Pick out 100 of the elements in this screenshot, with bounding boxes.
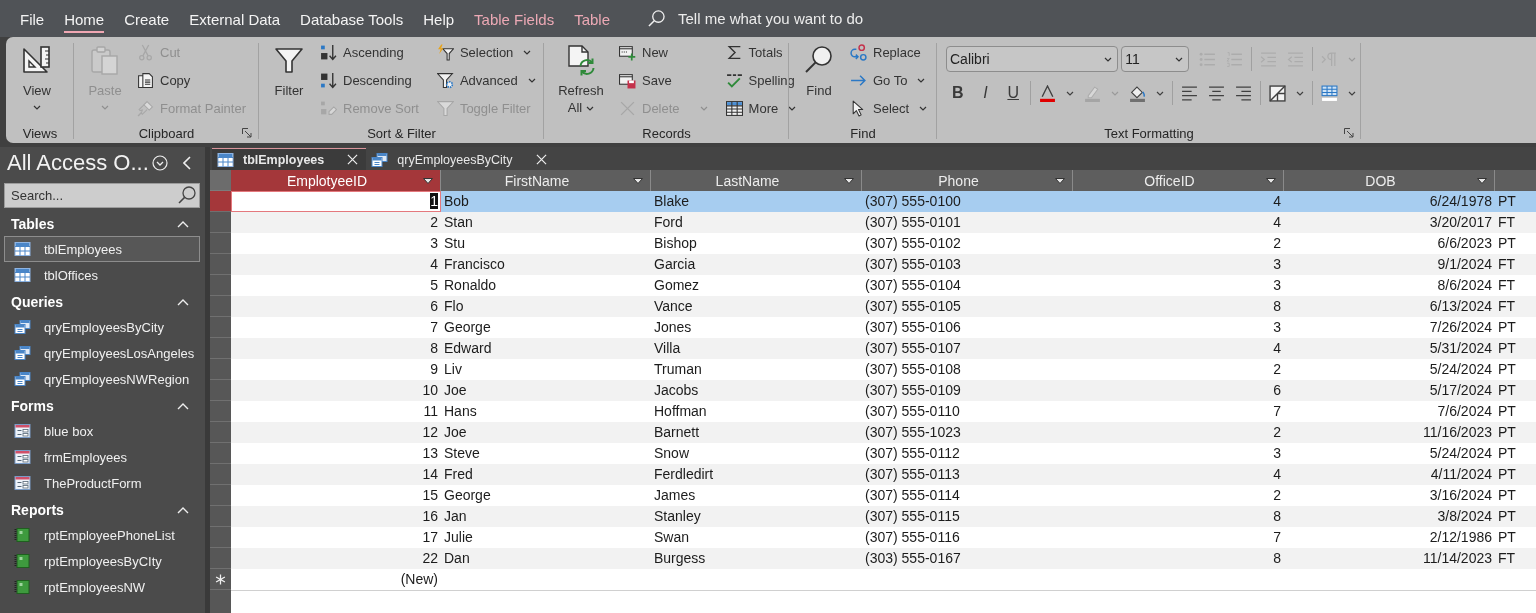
ribbon-button[interactable]: Spelling [722, 69, 798, 91]
close-icon[interactable] [347, 154, 359, 165]
table-cell-text: 14 [421, 465, 439, 484]
triangle-down-icon[interactable] [1477, 177, 1487, 184]
ribbon-button[interactable]: Replace [847, 41, 924, 63]
ribbon-button[interactable]: Save [616, 69, 675, 91]
section-header[interactable]: Reports [0, 498, 205, 522]
ribbon-button[interactable]: Totals [722, 41, 786, 63]
menu-tab[interactable]: Database Tools [300, 6, 404, 33]
menu-tab[interactable]: Create [124, 6, 170, 33]
triangle-down-icon[interactable] [1266, 177, 1276, 184]
group-label: Sort & Filter [367, 125, 436, 141]
caret-icon [33, 105, 41, 110]
nav-item[interactable]: rptEmployeesNW [4, 574, 200, 600]
table-cell-text: (307) 555-0106 [864, 318, 962, 337]
table-cell-text: FT [1497, 213, 1517, 232]
section-header[interactable]: Queries [0, 290, 205, 314]
ribbon-button[interactable]: Find [799, 38, 839, 99]
section-header[interactable]: Forms [0, 394, 205, 418]
close-icon[interactable] [535, 154, 547, 165]
ribbon-button[interactable]: Go To [847, 69, 929, 91]
nav-item[interactable]: qryEmployeesByCity [4, 314, 200, 340]
table-cell-text: PT [1497, 318, 1517, 337]
nav-item[interactable]: qryEmployeesLosAngeles [4, 340, 200, 366]
table-cell-text: 9/1/2024 [1436, 255, 1493, 274]
text-style-button[interactable]: B [944, 81, 972, 105]
table-cell-text: (307) 555-0103 [864, 255, 962, 274]
chevron-up-icon [177, 298, 189, 306]
nav-item[interactable]: rptEmployeePhoneList [4, 522, 200, 548]
funnel-icon [436, 99, 454, 117]
curved-arrow-icon [850, 43, 867, 61]
sigma-icon [725, 43, 743, 61]
document-tab[interactable]: tblEmployees [212, 148, 367, 170]
menu-tab[interactable]: File [20, 6, 45, 33]
triangle-down-icon[interactable] [633, 177, 643, 184]
nav-item[interactable]: tblEmployees [4, 236, 200, 262]
table-cell-text: 10 [421, 381, 439, 400]
triangle-down-icon[interactable] [844, 177, 854, 184]
menu-tab[interactable]: Table Fields [474, 6, 555, 33]
form-icon [14, 476, 31, 490]
table-cell-text: (307) 555-0104 [864, 276, 962, 295]
table-cell-text: (307) 555-0108 [864, 360, 962, 379]
table-cell-text: Julie [443, 528, 474, 547]
nav-item[interactable]: tblOffices [4, 262, 200, 288]
ribbon-button[interactable]: Select [847, 97, 931, 119]
align-right-icon [1235, 84, 1252, 102]
table-cell-text: PT [1497, 234, 1517, 253]
table-cell-text: Ronaldo [443, 276, 498, 295]
nav-item[interactable]: blue box [4, 418, 200, 444]
query-icon [371, 152, 389, 167]
table-cell-text: (307) 555-0116 [864, 528, 961, 547]
form-icon [14, 424, 31, 438]
ribbon-button[interactable]: More [722, 97, 800, 119]
nav-item[interactable]: TheProductForm [4, 470, 200, 496]
table-cell-text: James [653, 486, 697, 505]
ribbon-button[interactable]: Selection [433, 41, 535, 63]
menu-tab[interactable]: External Data [189, 6, 281, 33]
nav-item[interactable]: frmEmployees [4, 444, 200, 470]
table-cell-text: Ferdledirt [653, 465, 715, 484]
ribbon-button[interactable]: Descending [317, 69, 415, 91]
chevron-left-icon[interactable] [182, 156, 191, 170]
menu-tab[interactable]: Home [64, 6, 105, 33]
text-style-button[interactable]: I [971, 81, 1000, 105]
menu-tab[interactable]: Help [423, 6, 455, 33]
nav-item[interactable]: rptEmployeesByCIty [4, 548, 200, 574]
table-cell-text: Barnett [653, 423, 701, 442]
table-cell-text: Ford [653, 213, 684, 232]
dialog-launcher-icon[interactable] [242, 128, 252, 138]
select-all-corner[interactable] [210, 170, 231, 191]
gridlines-icon [1269, 84, 1286, 102]
section-header[interactable]: Tables [0, 212, 205, 236]
nav-item[interactable]: qryEmployeesNWRegion [4, 366, 200, 392]
font-size-dropdown[interactable]: 11 [1121, 46, 1189, 72]
column-header[interactable]: EmplotyeeID [231, 170, 441, 191]
tell-me-field[interactable]: Tell me what you want to do [678, 10, 918, 27]
menu-tab[interactable]: Table [574, 6, 610, 33]
ribbon-button[interactable]: Refresh All [554, 38, 608, 116]
ribbon-button[interactable]: Advanced [433, 69, 539, 91]
table-cell-text: 3 [1272, 318, 1282, 337]
ribbon-button[interactable]: View [16, 38, 58, 110]
table-cell-text: (307) 555-0101 [864, 213, 962, 232]
table-cell-text: (307) 555-1023 [864, 423, 962, 442]
table-cell-text: 4/11/2024 [1429, 465, 1493, 484]
table-cell-text: (307) 555-0107 [864, 339, 962, 358]
search-field[interactable]: Search... [4, 183, 200, 208]
table-cell-text: (307) 555-0115 [864, 507, 961, 526]
dropdown-icon[interactable] [151, 155, 168, 171]
ribbon-button[interactable]: New [616, 41, 671, 63]
font-name-dropdown[interactable]: Calibri [946, 46, 1119, 72]
triangle-down-icon[interactable] [423, 177, 433, 184]
triangle-ruler-icon [21, 44, 53, 76]
document-tab[interactable]: qryEmployeesByCity [366, 148, 555, 170]
triangle-down-icon[interactable] [1055, 177, 1065, 184]
text-style-button[interactable]: U [999, 81, 1027, 105]
ribbon-button[interactable]: Ascending [317, 41, 407, 63]
ribbon-button[interactable]: Filter [269, 38, 309, 99]
ribbon-button[interactable]: Copy [134, 69, 194, 91]
table-cell-text: 7 [1272, 528, 1282, 547]
table-cell-text: 4 [1272, 192, 1282, 211]
dialog-launcher-icon[interactable] [1344, 128, 1354, 138]
